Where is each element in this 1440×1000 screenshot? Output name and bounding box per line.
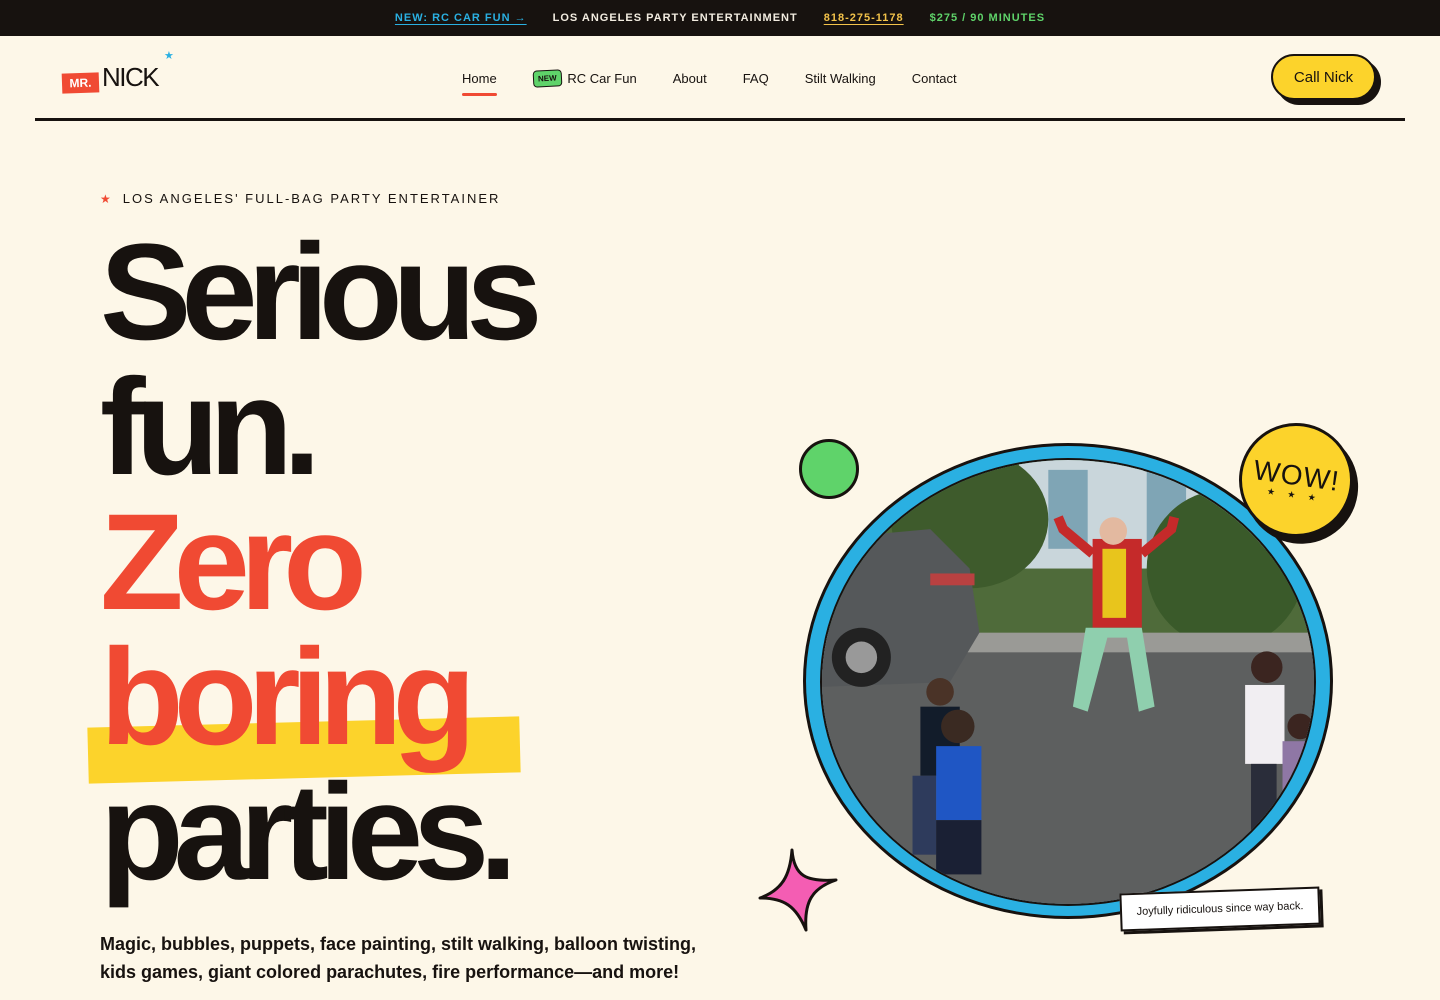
- logo-mr-tag: MR.: [61, 72, 100, 94]
- main-nav: Home NEW RC Car Fun About FAQ Stilt Walki…: [462, 36, 957, 120]
- headline-line: Serious: [100, 216, 543, 369]
- nav-item-label: Contact: [911, 70, 957, 86]
- hero-eyebrow: ★ LOS ANGELES' FULL-BAG PARTY ENTERTAINE…: [100, 191, 500, 206]
- headline-line: fun.: [100, 351, 321, 504]
- nav-item-home[interactable]: Home: [462, 70, 497, 96]
- hero-headline: Serious fun. Zero boring parties.: [100, 216, 543, 909]
- nav-item-contact[interactable]: Contact: [912, 71, 957, 86]
- logo-star-icon: ★: [164, 50, 174, 62]
- call-nick-button[interactable]: Call Nick: [1271, 54, 1376, 100]
- nav-item-label: About: [672, 70, 707, 86]
- nav-item-about[interactable]: About: [673, 71, 707, 86]
- header-divider: [35, 118, 1405, 121]
- nav-item-stilt-walking[interactable]: Stilt Walking: [805, 71, 876, 86]
- nav-item-rc-car-fun[interactable]: NEW RC Car Fun: [532, 68, 637, 88]
- headline-line: boring: [100, 621, 476, 774]
- nav-item-label: Stilt Walking: [804, 70, 876, 86]
- sparkle-icon: [758, 848, 838, 932]
- headline-line: Zero: [100, 486, 367, 639]
- photo-caption: Joyfully ridiculous since way back.: [1119, 886, 1321, 932]
- green-dot-decoration: [799, 439, 859, 499]
- nav-item-label: Home: [462, 70, 497, 86]
- nav-item-label: FAQ: [742, 70, 769, 86]
- nav-item-faq[interactable]: FAQ: [743, 71, 769, 86]
- hero-photo: [820, 458, 1316, 906]
- hero-subcopy: Magic, bubbles, puppets, face painting, …: [100, 934, 697, 982]
- rc-car-fun-link[interactable]: NEW: RC CAR FUN →: [395, 12, 527, 24]
- site-header: MR. NICK ★ Home NEW RC Car Fun About FAQ …: [0, 36, 1440, 120]
- headline-line: parties.: [100, 756, 517, 909]
- logo-name: NICK: [102, 62, 160, 92]
- star-icon: ★: [100, 191, 113, 206]
- party-photo-image: [822, 460, 1314, 904]
- announcement-bar: NEW: RC CAR FUN → LOS ANGELES PARTY ENTE…: [0, 0, 1440, 36]
- price-text: $275 / 90 MINUTES: [929, 12, 1046, 24]
- nav-item-label: RC Car Fun: [567, 70, 637, 86]
- phone-link[interactable]: 818-275-1178: [824, 12, 904, 24]
- eyebrow-text: LOS ANGELES' FULL-BAG PARTY ENTERTAINER: [122, 191, 501, 206]
- announcement-tagline: LOS ANGELES PARTY ENTERTAINMENT: [552, 12, 798, 24]
- new-badge: NEW: [532, 68, 562, 88]
